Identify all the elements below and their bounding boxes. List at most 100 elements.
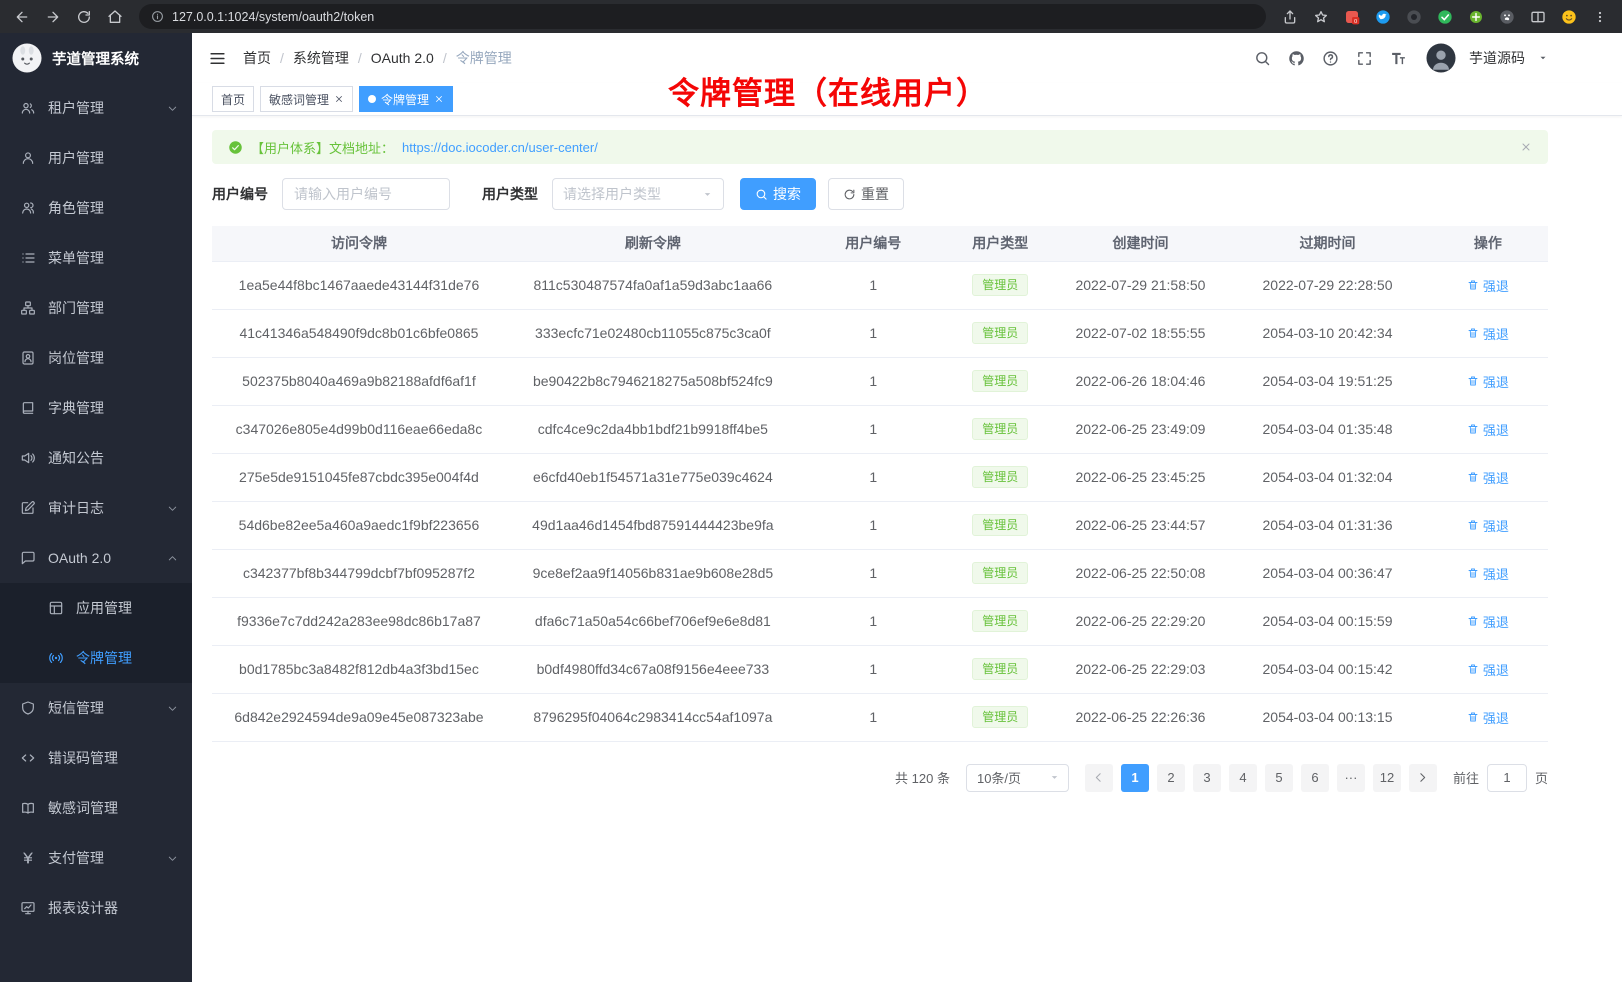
sensitive-icon: [20, 800, 36, 816]
force-logout-button[interactable]: 强退: [1467, 516, 1509, 535]
force-logout-button[interactable]: 强退: [1467, 564, 1509, 583]
sidebar-item[interactable]: 应用管理: [0, 583, 192, 633]
next-page-button[interactable]: [1409, 764, 1437, 792]
page-button[interactable]: ···: [1337, 764, 1365, 792]
user-avatar[interactable]: [1426, 43, 1456, 73]
fontsize-icon[interactable]: [1390, 50, 1407, 67]
expire-time-cell: 2054-03-04 01:31:36: [1227, 501, 1427, 549]
page-button[interactable]: 5: [1265, 764, 1293, 792]
role-icon: [20, 200, 36, 216]
forward-icon[interactable]: [39, 4, 67, 30]
sidebar-item[interactable]: 字典管理: [0, 383, 192, 433]
svg-text:0: 0: [1354, 18, 1357, 24]
address-bar[interactable]: 127.0.0.1:1024/system/oauth2/token: [139, 4, 1266, 29]
ext-lime-icon[interactable]: [1462, 4, 1490, 30]
user-id-input[interactable]: [282, 178, 450, 210]
goto-page-input[interactable]: [1487, 764, 1527, 792]
back-icon[interactable]: [8, 4, 36, 30]
page-button[interactable]: 6: [1301, 764, 1329, 792]
fullscreen-icon[interactable]: [1356, 50, 1373, 67]
sidebar-item[interactable]: 部门管理: [0, 283, 192, 333]
site-info-icon[interactable]: [151, 10, 164, 23]
page-button[interactable]: 3: [1193, 764, 1221, 792]
help-icon[interactable]: [1322, 50, 1339, 67]
sidebar-item[interactable]: 错误码管理: [0, 733, 192, 783]
action-cell: 强退: [1428, 405, 1548, 453]
sidebar-item[interactable]: 报表设计器: [0, 883, 192, 933]
sidebar-item[interactable]: 通知公告: [0, 433, 192, 483]
force-logout-button[interactable]: 强退: [1467, 276, 1509, 295]
page-button[interactable]: 2: [1157, 764, 1185, 792]
sidebar-item[interactable]: 支付管理: [0, 833, 192, 883]
breadcrumb-item[interactable]: OAuth 2.0: [371, 50, 456, 66]
profile-emoji-icon[interactable]: [1555, 4, 1583, 30]
page-button[interactable]: 1: [1121, 764, 1149, 792]
breadcrumb-item[interactable]: 系统管理: [293, 48, 371, 68]
sidebar-item[interactable]: OAuth 2.0: [0, 533, 192, 583]
user-type-select[interactable]: 请选择用户类型: [552, 178, 724, 210]
tab[interactable]: 敏感词管理: [260, 86, 353, 112]
force-logout-button[interactable]: 强退: [1467, 612, 1509, 631]
doc-link[interactable]: https://doc.iocoder.cn/user-center/: [402, 140, 598, 155]
tab-close-icon[interactable]: [434, 94, 444, 104]
annotation-overlay: 令牌管理（在线用户）: [668, 68, 988, 113]
refresh-token-cell: e6cfd40eb1f54571a31e775e039c4624: [506, 453, 800, 501]
post-icon: [20, 350, 36, 366]
sidebar-item[interactable]: 短信管理: [0, 683, 192, 733]
force-logout-button[interactable]: 强退: [1467, 324, 1509, 343]
sidebar-item[interactable]: 角色管理: [0, 183, 192, 233]
share-icon[interactable]: [1276, 4, 1304, 30]
sidebar-item[interactable]: 敏感词管理: [0, 783, 192, 833]
page-button[interactable]: 12: [1373, 764, 1401, 792]
tab[interactable]: 首页: [212, 86, 254, 112]
split-view-icon[interactable]: [1524, 4, 1552, 30]
sidebar-item[interactable]: 审计日志: [0, 483, 192, 533]
github-icon[interactable]: [1288, 50, 1305, 67]
tab[interactable]: 令牌管理: [359, 86, 453, 112]
ext-red-icon[interactable]: 0: [1338, 4, 1366, 30]
ext-green-icon[interactable]: [1431, 4, 1459, 30]
action-cell: 强退: [1428, 309, 1548, 357]
home-icon[interactable]: [101, 4, 129, 30]
user-type-badge: 管理员: [972, 610, 1028, 632]
sidebar-item[interactable]: 用户管理: [0, 133, 192, 183]
user-type-badge: 管理员: [972, 706, 1028, 728]
force-logout-button[interactable]: 强退: [1467, 708, 1509, 727]
trash-icon: [1467, 279, 1479, 291]
more-menu-icon[interactable]: [1586, 4, 1614, 30]
user-id-cell: 1: [800, 597, 947, 645]
hamburger-icon[interactable]: [208, 49, 227, 68]
force-logout-button[interactable]: 强退: [1467, 660, 1509, 679]
force-logout-button[interactable]: 强退: [1467, 468, 1509, 487]
star-icon[interactable]: [1307, 4, 1335, 30]
user-name[interactable]: 芋道源码: [1469, 48, 1525, 68]
column-header: 用户编号: [800, 226, 947, 261]
breadcrumb-item[interactable]: 令牌管理: [456, 48, 512, 68]
ext-blue-icon[interactable]: [1369, 4, 1397, 30]
caret-down-icon[interactable]: [1538, 53, 1548, 63]
force-logout-button[interactable]: 强退: [1467, 372, 1509, 391]
sidebar-item[interactable]: 租户管理: [0, 83, 192, 133]
user-type-cell: 管理员: [947, 501, 1054, 549]
force-logout-button[interactable]: 强退: [1467, 420, 1509, 439]
tab-close-icon[interactable]: [334, 94, 344, 104]
ext-dark-icon[interactable]: [1400, 4, 1428, 30]
page-size-select[interactable]: 10条/页: [966, 764, 1069, 792]
create-time-cell: 2022-06-25 23:49:09: [1054, 405, 1228, 453]
table-body: 1ea5e44f8bc1467aaede43144f31de76 811c530…: [212, 261, 1548, 741]
app-logo[interactable]: 芋道管理系统: [0, 33, 192, 83]
alert-close-icon[interactable]: [1520, 141, 1532, 153]
page-button[interactable]: 4: [1229, 764, 1257, 792]
alert-text: 【用户体系】文档地址：: [251, 138, 394, 157]
app-icon: [48, 600, 64, 616]
refresh-icon[interactable]: [70, 4, 98, 30]
search-button[interactable]: 搜索: [740, 178, 816, 210]
sidebar-item[interactable]: 菜单管理: [0, 233, 192, 283]
sidebar-item[interactable]: 令牌管理: [0, 633, 192, 683]
breadcrumb-item[interactable]: 首页: [243, 48, 293, 68]
sidebar-item[interactable]: 岗位管理: [0, 333, 192, 383]
prev-page-button[interactable]: [1085, 764, 1113, 792]
reset-button[interactable]: 重置: [828, 178, 904, 210]
search-icon[interactable]: [1254, 50, 1271, 67]
ext-paw-icon[interactable]: [1493, 4, 1521, 30]
